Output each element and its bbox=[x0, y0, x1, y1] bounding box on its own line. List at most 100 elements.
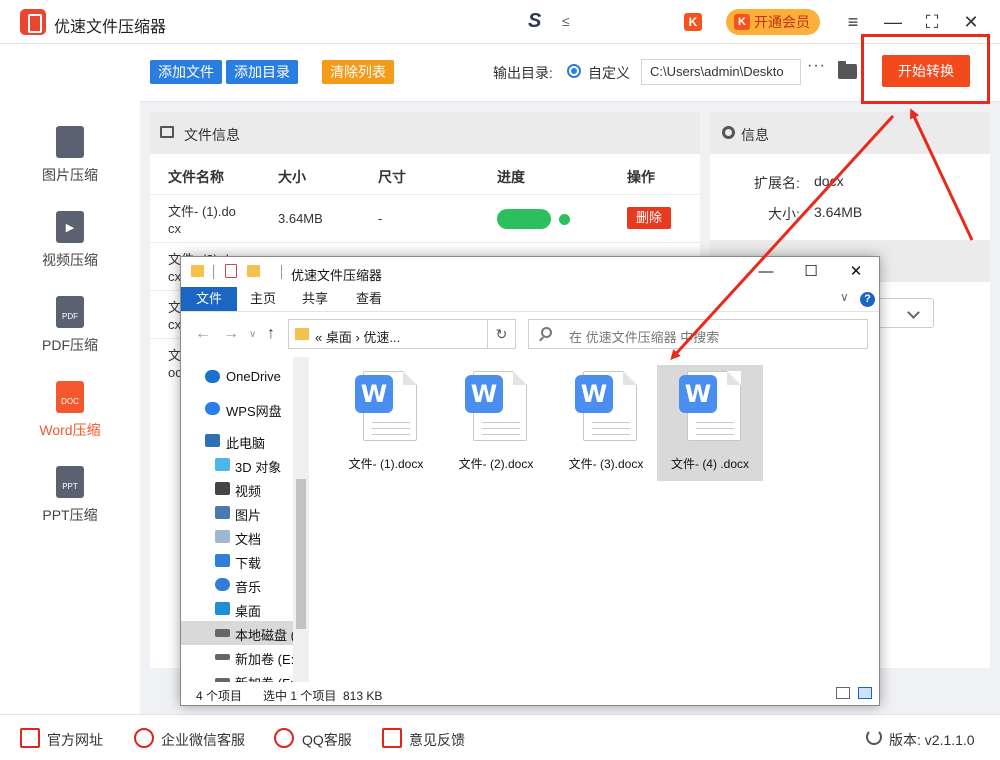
qq-service-link[interactable]: QQ客服 bbox=[302, 730, 352, 750]
refresh-address-icon[interactable]: ↻ bbox=[488, 319, 516, 349]
file-name: 文件- (2).docx bbox=[458, 457, 534, 471]
sidebar-item-word[interactable]: DOC Word压缩 bbox=[0, 371, 140, 451]
tab-view[interactable]: 查看 bbox=[347, 287, 391, 311]
up-arrow-icon[interactable]: ↑ bbox=[267, 325, 275, 343]
cube-icon bbox=[215, 458, 230, 471]
nav-item-music[interactable]: 音乐 bbox=[181, 573, 293, 597]
nav-item-label: 下载 bbox=[235, 556, 262, 571]
nav-item-desktop[interactable]: 桌面 bbox=[181, 597, 293, 621]
nav-item-label: 新加卷 (F:) bbox=[235, 673, 298, 682]
compression-level-select[interactable] bbox=[878, 298, 934, 328]
nav-item-wps[interactable]: WPS网盘 bbox=[181, 397, 293, 421]
properties-icon[interactable] bbox=[225, 264, 237, 278]
ribbon-expand-icon[interactable]: ∨ bbox=[840, 290, 849, 304]
sidebar-item-video[interactable]: ▶ 视频压缩 bbox=[0, 201, 140, 281]
tab-home[interactable]: 主页 bbox=[241, 287, 285, 311]
nav-item-onedrive[interactable]: OneDrive bbox=[181, 365, 293, 389]
recent-dropdown-icon[interactable]: ∨ bbox=[249, 329, 256, 340]
tab-share[interactable]: 共享 bbox=[293, 287, 337, 311]
more-options-icon[interactable]: ··· bbox=[807, 57, 826, 75]
minimize-button[interactable]: — bbox=[881, 10, 905, 34]
nav-item-local-disk[interactable]: 本地磁盘 ( bbox=[181, 621, 295, 645]
nav-item-videos[interactable]: 视频 bbox=[181, 477, 293, 501]
delete-button[interactable]: 删除 bbox=[627, 207, 671, 229]
ribbon-tabs: 文件 主页 共享 查看 ∨ ? bbox=[181, 287, 879, 312]
column-header-dimension: 尺寸 bbox=[378, 169, 406, 185]
nav-item-label: 视频 bbox=[235, 484, 262, 499]
forward-arrow-icon[interactable]: → bbox=[223, 325, 239, 343]
toolbar-separator bbox=[213, 265, 214, 279]
computer-icon bbox=[205, 434, 220, 447]
nav-item-this-pc[interactable]: 此电脑 bbox=[181, 429, 293, 453]
version-label: 版本: v2.1.1.0 bbox=[889, 732, 975, 748]
page-fold bbox=[403, 371, 417, 385]
nav-scrollbar[interactable] bbox=[293, 357, 309, 682]
sidebar-item-pdf[interactable]: PDF PDF压缩 bbox=[0, 286, 140, 366]
sidebar-item-label: Word压缩 bbox=[39, 422, 101, 438]
custom-dir-radio[interactable] bbox=[567, 64, 581, 78]
doc-file-icon: DOC bbox=[56, 381, 84, 413]
file-item[interactable]: W 文件- (3).docx bbox=[553, 365, 659, 481]
nav-item-3d-objects[interactable]: 3D 对象 bbox=[181, 453, 293, 477]
status-bar: 4 个项目 选中 1 个项目 813 KB bbox=[181, 682, 879, 705]
nav-item-label: 桌面 bbox=[235, 604, 262, 619]
address-bar[interactable]: « 桌面 › 优速... bbox=[288, 319, 488, 349]
nav-item-volume-f[interactable]: 新加卷 (F:) bbox=[181, 669, 298, 682]
cloud-icon bbox=[205, 370, 220, 383]
page-fold bbox=[727, 371, 741, 385]
table-row[interactable]: 文件- (1).do cx 3.64MB - 删除 bbox=[150, 194, 700, 242]
nav-item-documents[interactable]: 文档 bbox=[181, 525, 293, 549]
word-doc-icon: W bbox=[679, 375, 717, 413]
item-count: 4 个项目 bbox=[196, 689, 243, 703]
scrollbar-thumb[interactable] bbox=[296, 479, 306, 629]
file-explorer-window: 优速文件压缩器 — ☐ ✕ 文件 主页 共享 查看 ∨ ? ← → ∨ ↑ « … bbox=[180, 256, 880, 706]
search-input[interactable]: 在 优速文件压缩器 中搜索 bbox=[528, 319, 868, 349]
help-icon[interactable]: ? bbox=[860, 292, 875, 307]
sidebar-item-image[interactable]: 图片压缩 bbox=[0, 116, 140, 196]
vip-button[interactable]: K 开通会员 bbox=[726, 9, 820, 35]
nav-item-label: 图片 bbox=[235, 508, 262, 523]
nav-item-label: OneDrive bbox=[226, 369, 281, 384]
nav-item-label: 音乐 bbox=[235, 580, 262, 595]
music-icon bbox=[215, 578, 230, 591]
nav-item-label: 此电脑 bbox=[226, 436, 266, 451]
open-folder-icon[interactable] bbox=[838, 61, 857, 79]
file-panel-title: 文件信息 bbox=[184, 127, 240, 143]
details-view-icon[interactable] bbox=[836, 687, 850, 699]
size-value: 3.64MB bbox=[814, 204, 863, 220]
nav-item-pictures[interactable]: 图片 bbox=[181, 501, 293, 525]
add-folder-button[interactable]: 添加目录 bbox=[226, 60, 298, 84]
feedback-link[interactable]: 意见反馈 bbox=[409, 730, 465, 750]
tab-file[interactable]: 文件 bbox=[181, 287, 237, 311]
website-link[interactable]: 官方网址 bbox=[47, 730, 103, 750]
file-item[interactable]: W 文件- (2).docx bbox=[443, 365, 549, 481]
menu-icon[interactable]: ≡ bbox=[841, 10, 865, 34]
file-item-selected[interactable]: W 文件- (4) .docx bbox=[657, 365, 763, 481]
start-convert-button[interactable]: 开始转换 bbox=[882, 55, 970, 87]
word-doc-icon: W bbox=[355, 375, 393, 413]
add-file-button[interactable]: 添加文件 bbox=[150, 60, 222, 84]
page-line bbox=[482, 422, 520, 423]
refresh-icon[interactable] bbox=[866, 729, 882, 745]
nav-item-downloads[interactable]: 下载 bbox=[181, 549, 293, 573]
vip-icon[interactable]: K bbox=[684, 13, 702, 31]
explorer-minimize-button[interactable]: — bbox=[746, 261, 786, 283]
page-line bbox=[482, 428, 520, 429]
extension-value: docx bbox=[814, 173, 844, 189]
explorer-close-button[interactable]: ✕ bbox=[836, 261, 876, 283]
nav-item-volume-e[interactable]: 新加卷 (E:) bbox=[181, 645, 299, 669]
close-button[interactable]: ✕ bbox=[959, 10, 983, 34]
explorer-maximize-button[interactable]: ☐ bbox=[791, 261, 831, 283]
nav-item-label: WPS网盘 bbox=[226, 404, 282, 419]
large-icons-view-icon[interactable] bbox=[858, 687, 872, 699]
wechat-service-link[interactable]: 企业微信客服 bbox=[161, 730, 245, 750]
file-item[interactable]: W 文件- (1).docx bbox=[333, 365, 439, 481]
back-arrow-icon[interactable]: ← bbox=[195, 325, 211, 343]
column-header-progress: 进度 bbox=[497, 169, 525, 185]
clear-list-button[interactable]: 清除列表 bbox=[322, 60, 394, 84]
page-line bbox=[696, 434, 734, 435]
maximize-button[interactable]: ⛶ bbox=[920, 10, 944, 34]
output-path-field[interactable]: C:\Users\admin\Deskto bbox=[641, 59, 801, 85]
sidebar-item-ppt[interactable]: PPT PPT压缩 bbox=[0, 456, 140, 536]
new-folder-icon[interactable] bbox=[247, 265, 260, 277]
